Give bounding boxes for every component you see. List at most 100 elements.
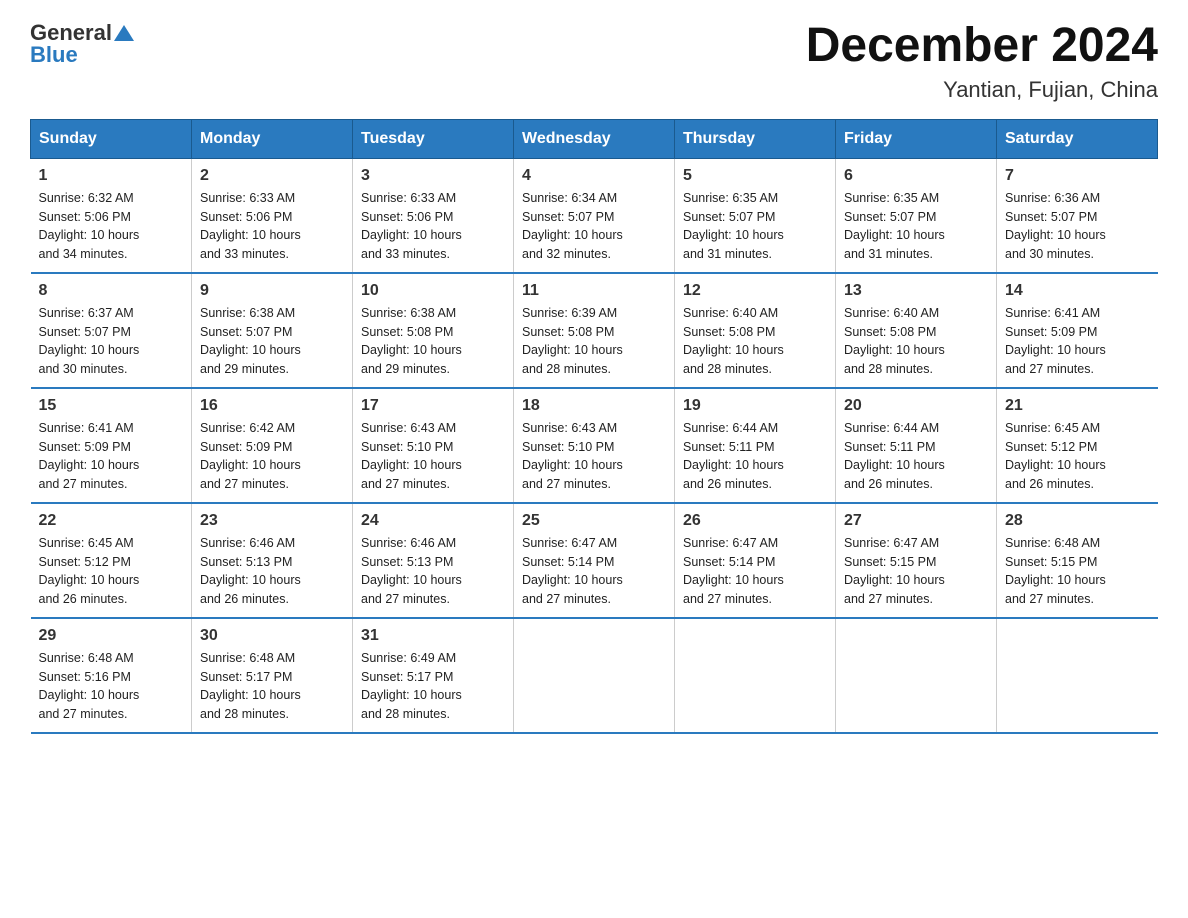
- calendar-cell: 3 Sunrise: 6:33 AM Sunset: 5:06 PM Dayli…: [353, 158, 514, 273]
- day-info: Sunrise: 6:40 AM Sunset: 5:08 PM Dayligh…: [844, 304, 988, 379]
- calendar-cell: 23 Sunrise: 6:46 AM Sunset: 5:13 PM Dayl…: [192, 503, 353, 618]
- day-info: Sunrise: 6:32 AM Sunset: 5:06 PM Dayligh…: [39, 189, 184, 264]
- month-title: December 2024: [806, 20, 1158, 73]
- day-info: Sunrise: 6:44 AM Sunset: 5:11 PM Dayligh…: [683, 419, 827, 494]
- col-header-friday: Friday: [836, 119, 997, 158]
- calendar-week-row: 29 Sunrise: 6:48 AM Sunset: 5:16 PM Dayl…: [31, 618, 1158, 733]
- calendar-cell: 30 Sunrise: 6:48 AM Sunset: 5:17 PM Dayl…: [192, 618, 353, 733]
- day-info: Sunrise: 6:47 AM Sunset: 5:14 PM Dayligh…: [522, 534, 666, 609]
- day-info: Sunrise: 6:44 AM Sunset: 5:11 PM Dayligh…: [844, 419, 988, 494]
- calendar-cell: 1 Sunrise: 6:32 AM Sunset: 5:06 PM Dayli…: [31, 158, 192, 273]
- day-info: Sunrise: 6:48 AM Sunset: 5:17 PM Dayligh…: [200, 649, 344, 724]
- day-info: Sunrise: 6:35 AM Sunset: 5:07 PM Dayligh…: [844, 189, 988, 264]
- day-info: Sunrise: 6:33 AM Sunset: 5:06 PM Dayligh…: [200, 189, 344, 264]
- calendar-cell: 5 Sunrise: 6:35 AM Sunset: 5:07 PM Dayli…: [675, 158, 836, 273]
- calendar-cell: [675, 618, 836, 733]
- calendar-week-row: 8 Sunrise: 6:37 AM Sunset: 5:07 PM Dayli…: [31, 273, 1158, 388]
- title-area: December 2024 Yantian, Fujian, China: [806, 20, 1158, 103]
- calendar-cell: 11 Sunrise: 6:39 AM Sunset: 5:08 PM Dayl…: [514, 273, 675, 388]
- day-number: 23: [200, 512, 344, 530]
- calendar-cell: 20 Sunrise: 6:44 AM Sunset: 5:11 PM Dayl…: [836, 388, 997, 503]
- day-info: Sunrise: 6:46 AM Sunset: 5:13 PM Dayligh…: [200, 534, 344, 609]
- day-info: Sunrise: 6:45 AM Sunset: 5:12 PM Dayligh…: [39, 534, 184, 609]
- day-number: 17: [361, 397, 505, 415]
- col-header-sunday: Sunday: [31, 119, 192, 158]
- day-info: Sunrise: 6:35 AM Sunset: 5:07 PM Dayligh…: [683, 189, 827, 264]
- calendar-cell: 12 Sunrise: 6:40 AM Sunset: 5:08 PM Dayl…: [675, 273, 836, 388]
- calendar-cell: [997, 618, 1158, 733]
- day-number: 24: [361, 512, 505, 530]
- calendar-cell: 9 Sunrise: 6:38 AM Sunset: 5:07 PM Dayli…: [192, 273, 353, 388]
- day-info: Sunrise: 6:34 AM Sunset: 5:07 PM Dayligh…: [522, 189, 666, 264]
- day-info: Sunrise: 6:37 AM Sunset: 5:07 PM Dayligh…: [39, 304, 184, 379]
- day-number: 8: [39, 282, 184, 300]
- calendar-cell: 15 Sunrise: 6:41 AM Sunset: 5:09 PM Dayl…: [31, 388, 192, 503]
- day-info: Sunrise: 6:43 AM Sunset: 5:10 PM Dayligh…: [522, 419, 666, 494]
- day-info: Sunrise: 6:48 AM Sunset: 5:15 PM Dayligh…: [1005, 534, 1150, 609]
- day-number: 16: [200, 397, 344, 415]
- day-number: 25: [522, 512, 666, 530]
- day-number: 5: [683, 167, 827, 185]
- logo-blue-text: Blue: [30, 42, 78, 67]
- day-number: 19: [683, 397, 827, 415]
- day-info: Sunrise: 6:38 AM Sunset: 5:07 PM Dayligh…: [200, 304, 344, 379]
- col-header-thursday: Thursday: [675, 119, 836, 158]
- day-info: Sunrise: 6:49 AM Sunset: 5:17 PM Dayligh…: [361, 649, 505, 724]
- day-number: 6: [844, 167, 988, 185]
- calendar-week-row: 1 Sunrise: 6:32 AM Sunset: 5:06 PM Dayli…: [31, 158, 1158, 273]
- logo: General Blue: [30, 20, 134, 68]
- day-number: 9: [200, 282, 344, 300]
- col-header-wednesday: Wednesday: [514, 119, 675, 158]
- day-info: Sunrise: 6:45 AM Sunset: 5:12 PM Dayligh…: [1005, 419, 1150, 494]
- calendar-week-row: 15 Sunrise: 6:41 AM Sunset: 5:09 PM Dayl…: [31, 388, 1158, 503]
- col-header-monday: Monday: [192, 119, 353, 158]
- day-info: Sunrise: 6:41 AM Sunset: 5:09 PM Dayligh…: [1005, 304, 1150, 379]
- calendar-cell: 21 Sunrise: 6:45 AM Sunset: 5:12 PM Dayl…: [997, 388, 1158, 503]
- calendar-cell: 6 Sunrise: 6:35 AM Sunset: 5:07 PM Dayli…: [836, 158, 997, 273]
- calendar-cell: 31 Sunrise: 6:49 AM Sunset: 5:17 PM Dayl…: [353, 618, 514, 733]
- calendar-cell: 2 Sunrise: 6:33 AM Sunset: 5:06 PM Dayli…: [192, 158, 353, 273]
- day-info: Sunrise: 6:40 AM Sunset: 5:08 PM Dayligh…: [683, 304, 827, 379]
- day-info: Sunrise: 6:41 AM Sunset: 5:09 PM Dayligh…: [39, 419, 184, 494]
- day-number: 27: [844, 512, 988, 530]
- calendar-cell: 7 Sunrise: 6:36 AM Sunset: 5:07 PM Dayli…: [997, 158, 1158, 273]
- day-number: 10: [361, 282, 505, 300]
- calendar-cell: 25 Sunrise: 6:47 AM Sunset: 5:14 PM Dayl…: [514, 503, 675, 618]
- calendar-cell: [514, 618, 675, 733]
- calendar-cell: 16 Sunrise: 6:42 AM Sunset: 5:09 PM Dayl…: [192, 388, 353, 503]
- day-info: Sunrise: 6:48 AM Sunset: 5:16 PM Dayligh…: [39, 649, 184, 724]
- day-number: 31: [361, 627, 505, 645]
- day-info: Sunrise: 6:33 AM Sunset: 5:06 PM Dayligh…: [361, 189, 505, 264]
- day-number: 21: [1005, 397, 1150, 415]
- day-number: 15: [39, 397, 184, 415]
- location-title: Yantian, Fujian, China: [806, 77, 1158, 103]
- calendar-cell: [836, 618, 997, 733]
- day-info: Sunrise: 6:42 AM Sunset: 5:09 PM Dayligh…: [200, 419, 344, 494]
- calendar-cell: 27 Sunrise: 6:47 AM Sunset: 5:15 PM Dayl…: [836, 503, 997, 618]
- col-header-saturday: Saturday: [997, 119, 1158, 158]
- calendar-cell: 10 Sunrise: 6:38 AM Sunset: 5:08 PM Dayl…: [353, 273, 514, 388]
- day-number: 1: [39, 167, 184, 185]
- day-number: 12: [683, 282, 827, 300]
- col-header-tuesday: Tuesday: [353, 119, 514, 158]
- calendar-cell: 13 Sunrise: 6:40 AM Sunset: 5:08 PM Dayl…: [836, 273, 997, 388]
- calendar-cell: 28 Sunrise: 6:48 AM Sunset: 5:15 PM Dayl…: [997, 503, 1158, 618]
- calendar-cell: 22 Sunrise: 6:45 AM Sunset: 5:12 PM Dayl…: [31, 503, 192, 618]
- calendar-week-row: 22 Sunrise: 6:45 AM Sunset: 5:12 PM Dayl…: [31, 503, 1158, 618]
- calendar-cell: 8 Sunrise: 6:37 AM Sunset: 5:07 PM Dayli…: [31, 273, 192, 388]
- day-number: 29: [39, 627, 184, 645]
- calendar-cell: 4 Sunrise: 6:34 AM Sunset: 5:07 PM Dayli…: [514, 158, 675, 273]
- day-number: 18: [522, 397, 666, 415]
- day-number: 4: [522, 167, 666, 185]
- day-info: Sunrise: 6:43 AM Sunset: 5:10 PM Dayligh…: [361, 419, 505, 494]
- day-number: 20: [844, 397, 988, 415]
- calendar-cell: 19 Sunrise: 6:44 AM Sunset: 5:11 PM Dayl…: [675, 388, 836, 503]
- day-number: 28: [1005, 512, 1150, 530]
- day-number: 22: [39, 512, 184, 530]
- calendar-cell: 14 Sunrise: 6:41 AM Sunset: 5:09 PM Dayl…: [997, 273, 1158, 388]
- day-number: 3: [361, 167, 505, 185]
- day-number: 2: [200, 167, 344, 185]
- day-info: Sunrise: 6:47 AM Sunset: 5:15 PM Dayligh…: [844, 534, 988, 609]
- calendar-cell: 17 Sunrise: 6:43 AM Sunset: 5:10 PM Dayl…: [353, 388, 514, 503]
- calendar-cell: 26 Sunrise: 6:47 AM Sunset: 5:14 PM Dayl…: [675, 503, 836, 618]
